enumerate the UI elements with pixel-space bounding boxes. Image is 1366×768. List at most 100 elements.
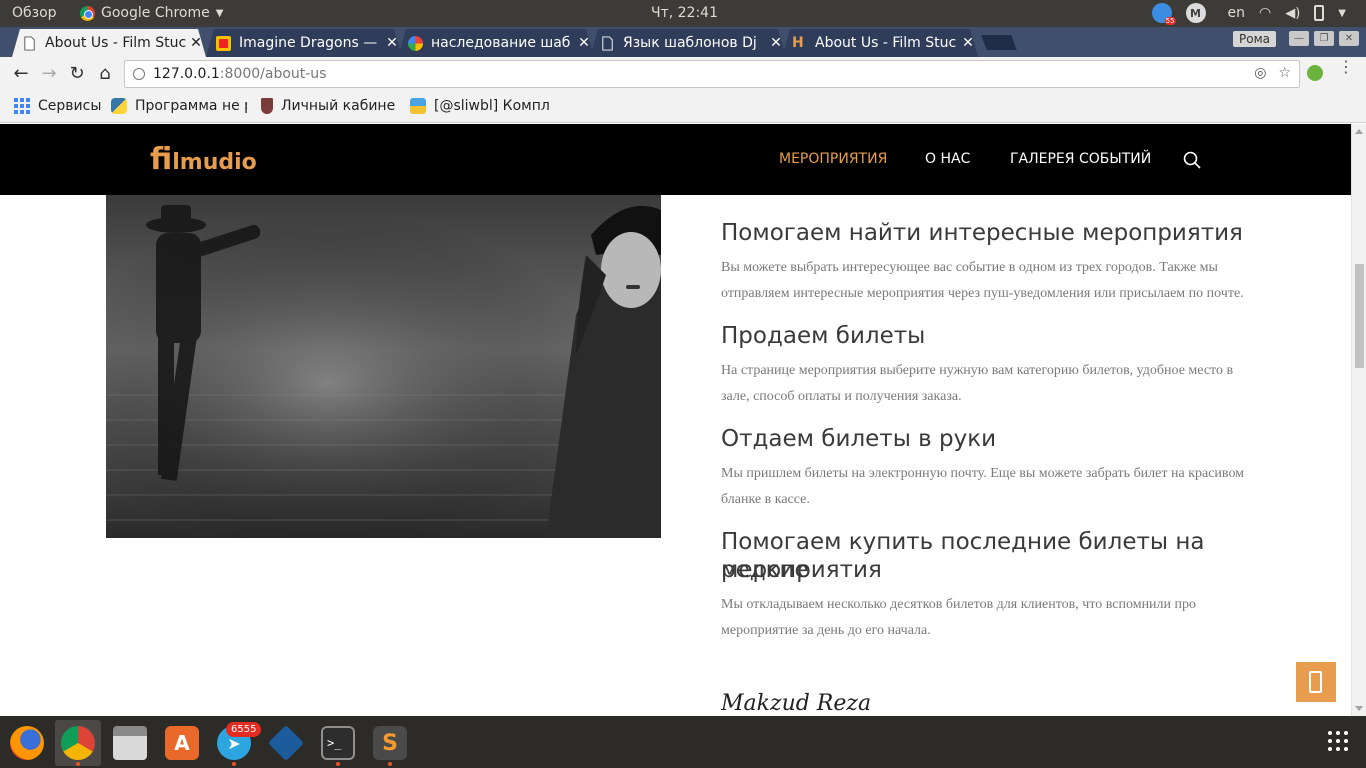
noir-scene-image	[106, 195, 661, 538]
page-icon	[22, 36, 37, 51]
site-h-icon: H	[792, 34, 804, 51]
reload-icon[interactable]: ↻	[66, 63, 88, 85]
nav-about[interactable]: О НАС	[925, 151, 970, 167]
terminal-icon: >_	[321, 726, 355, 760]
bookmark-label: [@sliwbl] Компл	[434, 98, 550, 114]
section-text-line: Мы пришлем билеты на электронную почту. …	[721, 466, 1245, 481]
tab-title: About Us - Film Stuc	[815, 35, 957, 51]
section-text-line: Вы можете выбрать интересующее вас событ…	[721, 260, 1218, 275]
section-title-sell-tickets: Продаем билеты	[721, 323, 926, 349]
close-window-button[interactable]: ✕	[1339, 31, 1359, 46]
chrome-menu-icon[interactable]: ⋮	[1338, 59, 1354, 75]
search-icon[interactable]	[1183, 151, 1201, 169]
nav-gallery[interactable]: ГАЛЕРЕЯ СОБЫТИЙ	[1010, 151, 1151, 167]
dock-terminal[interactable]: >_	[315, 720, 361, 766]
bookmark-label: Программа не р	[135, 98, 247, 114]
tab-imagine-dragons[interactable]: Imagine Dragons — ✕	[206, 29, 402, 57]
tab-close-icon[interactable]: ✕	[382, 35, 402, 51]
bookmark-sliwbl[interactable]: [@sliwbl] Компл	[410, 98, 550, 114]
bookmark-cabinet[interactable]: Личный кабине	[261, 98, 397, 114]
wifi-icon[interactable]: ◠	[1259, 5, 1271, 21]
show-applications-button[interactable]	[1328, 731, 1348, 751]
tab-title: Imagine Dragons —	[239, 35, 378, 51]
bookmark-apps[interactable]: Сервисы	[14, 98, 101, 114]
gmail-icon[interactable]: M	[1185, 3, 1206, 23]
new-tab-button[interactable]	[981, 35, 1017, 50]
url-path: :8000/about-us	[219, 66, 327, 82]
bookmark-program[interactable]: Программа не р	[111, 98, 247, 114]
back-arrow-icon[interactable]: ←	[10, 63, 32, 85]
battery-icon[interactable]	[1314, 5, 1325, 21]
profile-button[interactable]: Рома	[1233, 31, 1276, 47]
home-icon[interactable]: ⌂	[94, 63, 116, 85]
chrome-icon	[80, 5, 95, 21]
yandex-music-icon	[216, 36, 231, 51]
extension-shield-icon[interactable]	[1307, 65, 1323, 81]
files-icon	[113, 726, 147, 760]
ubuntu-dock: A ➤ >_ S	[0, 716, 1366, 768]
browser-tab-strip: About Us - Film Stuc ✕ Imagine Dragons —…	[0, 27, 1366, 57]
dock-chrome[interactable]	[55, 720, 101, 766]
dock-firefox[interactable]	[4, 720, 50, 766]
cookie-blocked-icon[interactable]: ◎	[1254, 65, 1266, 81]
tab-close-icon[interactable]: ✕	[958, 35, 978, 51]
system-clock[interactable]: Чт, 22:41	[651, 5, 718, 21]
dock-software[interactable]: A	[159, 720, 205, 766]
scrollbar-thumb[interactable]	[1355, 264, 1364, 368]
dock-virtualbox[interactable]	[263, 720, 309, 766]
firefox-icon	[10, 726, 44, 760]
section-text-line: бланке в кассе.	[721, 492, 810, 507]
page-scrollbar[interactable]	[1351, 124, 1366, 716]
software-center-icon: A	[165, 726, 199, 760]
activities-overview[interactable]: Обзор	[12, 5, 57, 21]
tab-close-icon[interactable]: ✕	[766, 35, 786, 51]
logo-fi: fi	[150, 142, 173, 177]
bookmarks-bar: Сервисы Программа не р Личный кабине [@s…	[0, 91, 1366, 123]
section-title-rare-events-cont: мероприятия	[721, 557, 882, 583]
page-viewport: filmudio МЕРОПРИЯТИЯ О НАС ГАЛЕРЕЯ СОБЫТ…	[0, 124, 1366, 716]
keyboard-layout[interactable]: en	[1228, 5, 1246, 21]
tab-google-search[interactable]: наследование шаб ✕	[398, 29, 594, 57]
site-header: filmudio МЕРОПРИЯТИЯ О НАС ГАЛЕРЕЯ СОБЫТ…	[0, 124, 1351, 195]
volume-icon[interactable]: ◀)	[1285, 6, 1300, 21]
shield-icon	[261, 98, 273, 114]
tab-about-us[interactable]: About Us - Film Stuc ✕	[12, 29, 206, 57]
tab-about-us-2[interactable]: H About Us - Film Stuc ✕	[782, 29, 978, 57]
forward-arrow-icon[interactable]: →	[38, 63, 60, 85]
scroll-to-top-button[interactable]	[1296, 662, 1336, 702]
power-menu-icon[interactable]: ▼	[1338, 8, 1346, 19]
system-top-panel: Обзор Google Chrome ▼ Чт, 22:41 55 M en …	[0, 0, 1366, 27]
chrome-icon	[61, 726, 95, 760]
notification-badge: 55	[1164, 17, 1176, 25]
tab-title: наследование шаб	[431, 35, 571, 51]
section-title-deliver-tickets: Отдаем билеты в руки	[721, 426, 997, 452]
sublime-text-icon: S	[373, 726, 407, 760]
dock-sublime[interactable]: S	[367, 720, 413, 766]
notification-icon[interactable]: 55	[1151, 3, 1176, 25]
info-icon[interactable]	[133, 68, 145, 80]
site-logo[interactable]: filmudio	[150, 142, 257, 177]
scroll-up-icon[interactable]	[1355, 129, 1363, 134]
tab-close-icon[interactable]: ✕	[186, 35, 206, 51]
maximize-button[interactable]: ❐	[1314, 31, 1334, 46]
bookmark-star-icon[interactable]: ☆	[1278, 65, 1291, 81]
app-menu[interactable]: Google Chrome ▼	[80, 5, 223, 21]
signature-image: Makzud Reza	[721, 691, 871, 716]
section-text-line: мероприятие за день до его начала.	[721, 623, 931, 638]
tab-close-icon[interactable]: ✕	[574, 35, 594, 51]
scroll-down-icon[interactable]	[1355, 706, 1363, 711]
python-icon	[111, 98, 127, 114]
system-tray: 55 M en ◠ ◀) ▼	[1151, 3, 1346, 25]
nav-events[interactable]: МЕРОПРИЯТИЯ	[779, 151, 887, 167]
telegram-unread-badge: 6555	[226, 722, 262, 737]
tab-django-templates[interactable]: Язык шаблонов Dj ✕	[590, 29, 786, 57]
address-bar[interactable]: 127.0.0.1 :8000/about-us ◎ ☆	[124, 60, 1300, 88]
google-icon	[408, 36, 423, 51]
minimize-button[interactable]: —	[1289, 31, 1309, 46]
section-title-find-events: Помогаем найти интересные мероприятия	[721, 220, 1243, 246]
logo-rest: lmudio	[172, 150, 257, 175]
section-text-line: Мы откладываем несколько десятков билето…	[721, 597, 1197, 612]
dock-files[interactable]	[107, 720, 153, 766]
mobile-icon	[1309, 671, 1322, 693]
chevron-down-icon: ▼	[215, 7, 224, 19]
